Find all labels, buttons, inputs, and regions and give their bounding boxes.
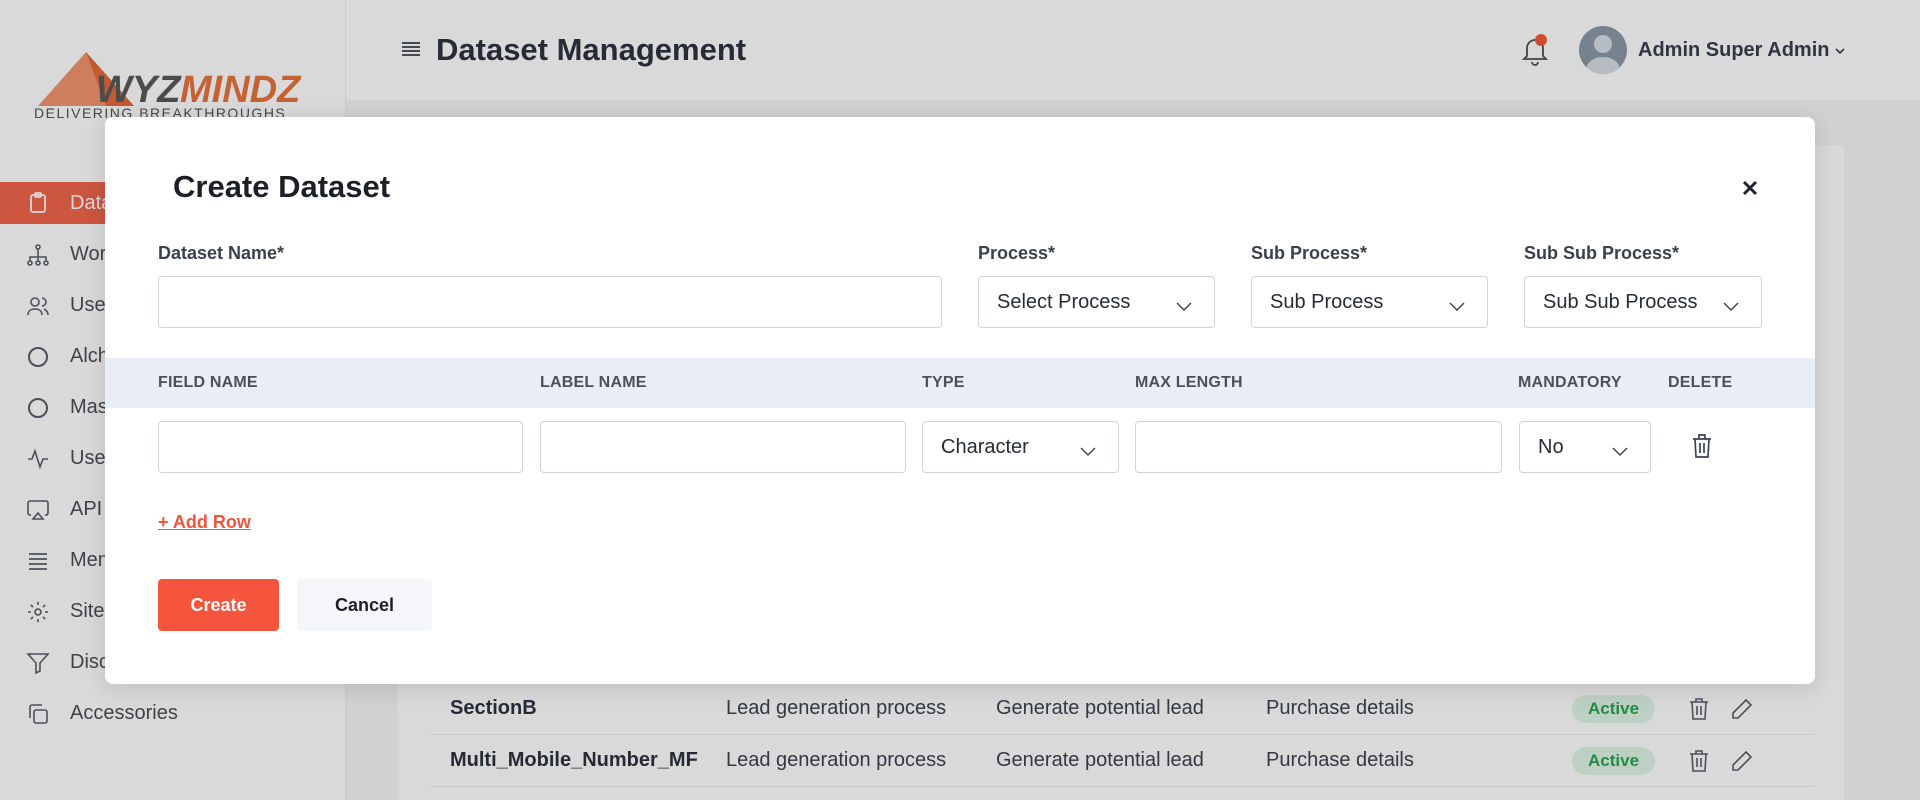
chevron-down-icon (1723, 296, 1739, 311)
type-select[interactable]: Character (922, 421, 1119, 473)
process-label: Process* (978, 243, 1056, 263)
sub-process-select[interactable]: Sub Process (1251, 276, 1488, 328)
chevron-down-icon (1612, 441, 1628, 456)
chevron-down-icon (1449, 296, 1465, 311)
dataset-name-input[interactable] (158, 276, 942, 328)
sub-sub-process-label: Sub Sub Process* (1524, 243, 1680, 263)
fields-table-header: FIELD NAME LABEL NAME TYPE MAX LENGTH MA… (105, 358, 1815, 408)
type-select-value: Character (941, 435, 1029, 458)
max-length-input[interactable] (1135, 421, 1502, 473)
process-select[interactable]: Select Process (978, 276, 1215, 328)
mandatory-select[interactable]: No (1519, 421, 1651, 473)
dataset-name-label: Dataset Name* (158, 243, 285, 263)
create-dataset-modal: Create Dataset Dataset Name* Process* Su… (105, 117, 1815, 684)
mandatory-select-value: No (1538, 435, 1564, 458)
column-header-field-name: FIELD NAME (158, 374, 258, 391)
label-name-input[interactable] (540, 421, 906, 473)
sub-sub-process-select-value: Sub Sub Process (1543, 290, 1698, 313)
sub-sub-process-select[interactable]: Sub Sub Process (1524, 276, 1762, 328)
column-header-mandatory: MANDATORY (1518, 374, 1622, 391)
close-icon[interactable] (1737, 175, 1763, 201)
sub-process-select-value: Sub Process (1270, 290, 1384, 313)
sub-process-label: Sub Process* (1251, 243, 1368, 263)
cancel-button[interactable]: Cancel (297, 579, 432, 631)
chevron-down-icon (1080, 441, 1096, 456)
chevron-down-icon (1176, 296, 1192, 311)
column-header-delete: DELETE (1668, 374, 1733, 391)
column-header-type: TYPE (922, 374, 965, 391)
column-header-max-length: MAX LENGTH (1135, 374, 1243, 391)
modal-title: Create Dataset (173, 169, 391, 204)
column-header-label-name: LABEL NAME (540, 374, 647, 391)
delete-row-trash-icon[interactable] (1691, 433, 1713, 459)
process-select-value: Select Process (997, 290, 1131, 313)
create-button[interactable]: Create (158, 579, 279, 631)
field-name-input[interactable] (158, 421, 523, 473)
add-row-link[interactable]: + Add Row (158, 512, 251, 533)
